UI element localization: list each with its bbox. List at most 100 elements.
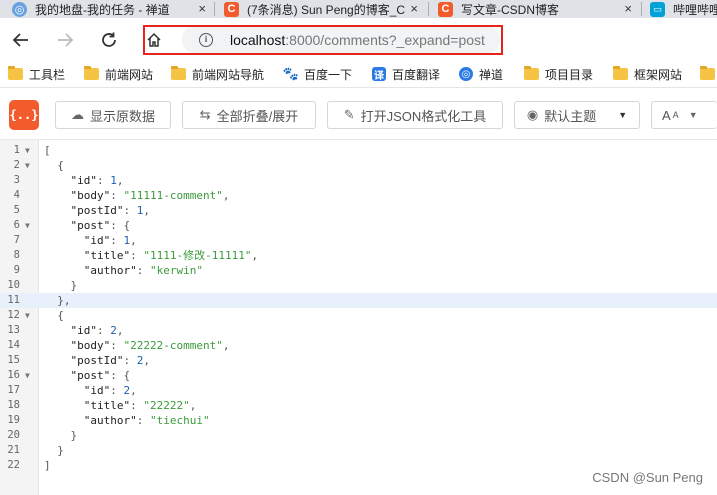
line-number: 13 [7, 324, 20, 336]
folder-icon [8, 66, 23, 80]
code-line: 8 "title": "1111-修改-11111", [0, 248, 717, 263]
code-text: "author": "kerwin" [83, 264, 203, 277]
line-number: 3 [13, 174, 20, 186]
font-size-select[interactable]: A A ▼ [651, 101, 717, 129]
button-label: 全部折叠/展开 [216, 108, 299, 124]
line-number: 15 [7, 354, 20, 366]
code-text: "title": "1111-修改-11111", [83, 249, 259, 262]
line-number: 21 [7, 444, 20, 456]
fold-toggle-icon[interactable]: ▼ [25, 158, 30, 173]
code-line: 17 "id": 2, [0, 383, 717, 398]
show-raw-button[interactable]: ☁ 显示原数据 [55, 101, 171, 129]
tab-csdn-blog[interactable]: C (7条消息) Sun Peng的博客_C × [224, 0, 424, 18]
bookmark-toolbar[interactable]: 工具栏 [8, 66, 65, 82]
code-line: 9 "author": "kerwin" [0, 263, 717, 278]
bookmark-overflow[interactable] [700, 66, 717, 82]
bookmark-label: 前端网站 [105, 67, 154, 82]
line-number: 10 [7, 279, 20, 291]
code-text: } [70, 279, 78, 292]
code-text: }, [57, 294, 71, 307]
bookmark-project-dir[interactable]: 项目目录 [524, 66, 593, 82]
fold-toggle-icon[interactable]: ▼ [25, 143, 30, 158]
close-icon[interactable]: × [624, 1, 632, 16]
line-number: 16 [7, 369, 20, 381]
baidu-icon: 🐾 [282, 66, 300, 81]
open-json-tool-button[interactable]: ✎ 打开JSON格式化工具 [327, 101, 503, 129]
close-icon[interactable]: × [198, 1, 206, 16]
json-toolbar: {..} ☁ 显示原数据 ⇆ 全部折叠/展开 ✎ 打开JSON格式化工具 ◉ 默认主题 ▼… [0, 88, 717, 140]
bookmark-frontend-nav[interactable]: 前端网站导航 [171, 66, 264, 82]
code-line: 2 ▼ { [0, 158, 717, 173]
zentao-icon: ◎ [12, 1, 27, 17]
code-line: 6 ▼ "post": { [0, 218, 717, 233]
tab-bilibili[interactable]: ▭ 哔哩哔哩 [650, 0, 717, 18]
select-value: 默认主题 [544, 108, 597, 124]
line-number: 8 [13, 249, 20, 261]
code-text: "id": 2, [70, 324, 124, 337]
tab-csdn-write[interactable]: C 写文章-CSDN博客 × [438, 0, 638, 18]
cloud-icon: ☁ [70, 107, 84, 122]
refresh-icon[interactable] [96, 27, 122, 53]
tab-title: 我的地盘-我的任务 - 禅道 [35, 2, 170, 17]
button-label: 显示原数据 [89, 108, 155, 124]
forward-icon[interactable] [52, 27, 78, 53]
bookmark-frontend-sites[interactable]: 前端网站 [84, 66, 153, 82]
code-text: { [57, 159, 64, 172]
url-text[interactable]: localhost:8000/comments?_expand=post [230, 32, 485, 48]
bookmark-zentao[interactable]: ◎ 禅道 [459, 66, 503, 82]
json-editor[interactable]: 1 ▼[2 ▼ {3 "id": 1, 4 "body": "11111-commen… [0, 140, 717, 495]
folder-icon [524, 66, 539, 80]
line-number: 11 [7, 294, 20, 306]
code-line: 4 "body": "11111-comment", [0, 188, 717, 203]
code-text: "postId": 2, [70, 354, 150, 367]
code-text: "postId": 1, [70, 204, 150, 217]
info-icon[interactable]: i [199, 33, 213, 47]
code-text: } [70, 429, 78, 442]
fold-toggle-icon[interactable]: ▼ [25, 368, 30, 383]
json-viewer-logo: {..} [9, 100, 39, 130]
fold-toggle-icon[interactable]: ▼ [25, 218, 30, 233]
watermark: CSDN @Sun Peng [592, 470, 703, 485]
code-line: 7 "id": 1, [0, 233, 717, 248]
navigation-bar: i localhost:8000/comments?_expand=post [0, 18, 717, 62]
zentao-icon: ◎ [459, 67, 473, 81]
code-line: 21 } [0, 443, 717, 458]
folder-icon [84, 66, 99, 80]
code-line: 20 } [0, 428, 717, 443]
line-number: 19 [7, 414, 20, 426]
code-line: 11 }, [0, 293, 717, 308]
code-text: "body": "22222-comment", [70, 339, 230, 352]
close-icon[interactable]: × [410, 1, 418, 16]
code-text: "title": "22222", [83, 399, 197, 412]
tab-zentao[interactable]: ◎ 我的地盘-我的任务 - 禅道 × [12, 0, 212, 18]
font-icon: A [662, 107, 671, 123]
line-number: 7 [13, 234, 20, 246]
code-line: 13 "id": 2, [0, 323, 717, 338]
code-text: "id": 1, [83, 234, 137, 247]
code-line: 19 "author": "tiechui" [0, 413, 717, 428]
bookmark-label: 百度一下 [304, 67, 353, 82]
tab-separator [214, 2, 215, 16]
bookmark-label: 项目目录 [545, 67, 594, 82]
back-icon[interactable] [8, 27, 34, 53]
bookmark-baidu-translate[interactable]: 译百度翻译 [372, 66, 440, 82]
tab-title: (7条消息) Sun Peng的博客_C [247, 2, 406, 17]
bookmark-framework-sites[interactable]: 框架网站 [613, 66, 682, 82]
code-text: "post": { [70, 369, 131, 382]
theme-select[interactable]: ◉ 默认主题 ▼ [514, 101, 640, 129]
code-line: 16 ▼ "post": { [0, 368, 717, 383]
tab-separator [641, 2, 642, 16]
chevron-down-icon: ▼ [618, 110, 628, 120]
code-text: [ [44, 144, 51, 157]
fold-toggle-icon[interactable]: ▼ [25, 308, 30, 323]
bookmark-label: 框架网站 [634, 67, 683, 82]
line-number: 9 [13, 264, 20, 276]
bookmark-label: 百度翻译 [392, 67, 441, 82]
code-text: "body": "11111-comment", [70, 189, 230, 202]
code-line: 12 ▼ { [0, 308, 717, 323]
fold-all-button[interactable]: ⇆ 全部折叠/展开 [182, 101, 316, 129]
csdn-icon: C [438, 1, 453, 17]
bookmark-baidu[interactable]: 🐾 百度一下 [282, 66, 353, 82]
code-text: "post": { [70, 219, 131, 232]
code-text: "id": 2, [83, 384, 137, 397]
